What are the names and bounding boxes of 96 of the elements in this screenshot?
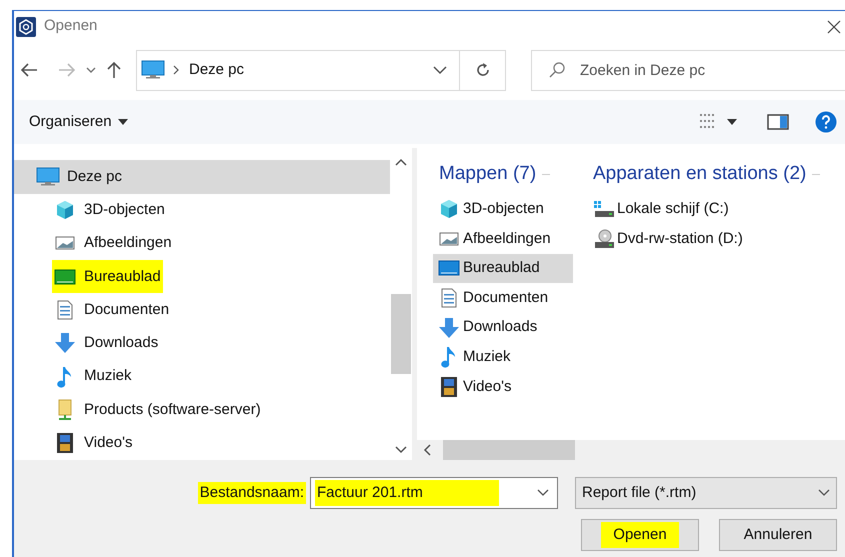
up-button[interactable]: [106, 61, 122, 79]
chevron-down-icon: [818, 489, 830, 497]
monitor-icon: [438, 260, 460, 276]
search-field[interactable]: Zoeken in Deze pc: [531, 50, 845, 90]
music-note-icon: [441, 346, 457, 368]
folder-label: 3D-objecten: [463, 199, 544, 220]
drive-label: Lokale schijf (C:): [617, 199, 729, 220]
nav-item-label: Products (software-server): [84, 400, 261, 420]
cube-icon: [439, 199, 459, 220]
search-icon: [549, 62, 565, 78]
folder-label: Afbeeldingen: [463, 228, 551, 249]
hard-drive-icon: [593, 200, 615, 218]
folder-item[interactable]: Bureaublad: [433, 254, 573, 284]
disc-drive-icon: [593, 228, 615, 249]
nav-item[interactable]: 3D-objecten: [52, 194, 167, 227]
group-heading: Apparaten en stations (2): [593, 162, 806, 186]
nav-item[interactable]: Products (software-server): [52, 393, 263, 427]
nav-item[interactable]: Documenten: [52, 293, 172, 327]
refresh-icon: [474, 62, 490, 78]
computer-icon: [36, 166, 60, 187]
folder-label: Muziek: [463, 347, 511, 368]
folder-label: Bureaublad: [463, 258, 540, 278]
folder-label: Video's: [463, 376, 512, 397]
nav-item[interactable]: Muziek: [52, 360, 134, 394]
caret-down-icon: [727, 119, 737, 125]
folder-item[interactable]: Muziek: [433, 342, 573, 372]
scrollbar-thumb[interactable]: [443, 440, 575, 460]
nav-item-label: Downloads: [84, 333, 158, 354]
folder-item[interactable]: Documenten: [433, 283, 573, 313]
monitor-icon: [54, 268, 76, 285]
folder-item[interactable]: 3D-objecten: [433, 194, 573, 224]
back-arrow-icon: [20, 62, 38, 78]
download-arrow-icon: [438, 316, 460, 339]
nav-root-label: Deze pc: [67, 166, 122, 186]
filename-value: Factuur 201.rtm: [315, 480, 499, 506]
help-icon: [815, 111, 837, 133]
back-button[interactable]: [20, 62, 38, 78]
organize-menu-button[interactable]: Organiseren: [29, 110, 128, 134]
nav-item[interactable]: Video's: [52, 426, 134, 460]
document-icon: [57, 300, 73, 320]
open-button[interactable]: Openen: [581, 519, 699, 551]
close-icon: [827, 20, 841, 34]
nav-item[interactable]: Bureaublad: [52, 260, 163, 294]
folder-item[interactable]: Downloads: [433, 312, 573, 342]
chevron-up-icon: [395, 158, 407, 166]
up-arrow-icon: [106, 61, 122, 79]
app-logo-icon: [16, 16, 36, 36]
nav-item[interactable]: Afbeeldingen: [52, 226, 174, 260]
preview-pane-button[interactable]: [767, 114, 789, 130]
nav-item-label: Video's: [84, 433, 132, 454]
nav-item-label: Afbeeldingen: [84, 233, 172, 254]
document-icon: [441, 288, 457, 308]
recent-locations-button[interactable]: [86, 66, 96, 74]
help-button[interactable]: [815, 111, 837, 133]
folder-label: Downloads: [463, 317, 538, 338]
chevron-down-icon: [537, 489, 549, 497]
nav-root-item[interactable]: Deze pc: [14, 160, 390, 194]
chevron-down-icon: [433, 66, 447, 74]
drive-label: Dvd-rw-station (D:): [617, 228, 743, 249]
nav-item-label: 3D-objecten: [84, 200, 165, 220]
details-view-icon: [699, 113, 715, 131]
chevron-left-icon: [423, 444, 431, 456]
address-location: Deze pc: [189, 60, 244, 80]
folder-label: Documenten: [463, 288, 548, 308]
filename-label: Bestandsnaam:: [198, 482, 306, 504]
preview-pane-icon: [767, 114, 789, 130]
chevron-down-icon: [86, 66, 96, 74]
drive-item[interactable]: Dvd-rw-station (D:): [593, 224, 820, 254]
cube-icon: [55, 200, 75, 220]
folder-item[interactable]: Video's: [433, 372, 573, 402]
nav-item[interactable]: Downloads: [52, 326, 160, 360]
forward-arrow-icon: [58, 62, 76, 78]
address-bar[interactable]: Deze pc: [136, 50, 506, 90]
nav-item-label: Bureaublad: [84, 266, 161, 287]
file-type-dropdown[interactable]: Report file (*.rtm): [575, 477, 837, 509]
group-heading: Mappen (7): [439, 162, 536, 186]
chevron-right-icon: [173, 65, 179, 75]
scrollbar-thumb[interactable]: [391, 294, 411, 374]
window-title: Openen: [44, 16, 98, 36]
view-options-button[interactable]: [699, 113, 737, 131]
cancel-button[interactable]: Annuleren: [719, 519, 837, 551]
nav-item-label: Muziek: [84, 366, 132, 386]
download-arrow-icon: [54, 332, 76, 354]
film-icon: [56, 432, 74, 454]
network-folder-icon: [56, 399, 74, 422]
image-icon: [439, 230, 459, 247]
drive-item[interactable]: Lokale schijf (C:): [593, 194, 820, 224]
chevron-down-icon: [395, 446, 407, 454]
folder-item[interactable]: Afbeeldingen: [433, 224, 573, 254]
image-icon: [55, 235, 75, 252]
nav-item-label: Documenten: [84, 300, 170, 320]
computer-icon: [141, 60, 165, 80]
film-icon: [440, 376, 458, 398]
music-note-icon: [57, 366, 73, 388]
caret-down-icon: [118, 119, 128, 125]
filename-combobox[interactable]: Factuur 201.rtm: [310, 477, 558, 509]
